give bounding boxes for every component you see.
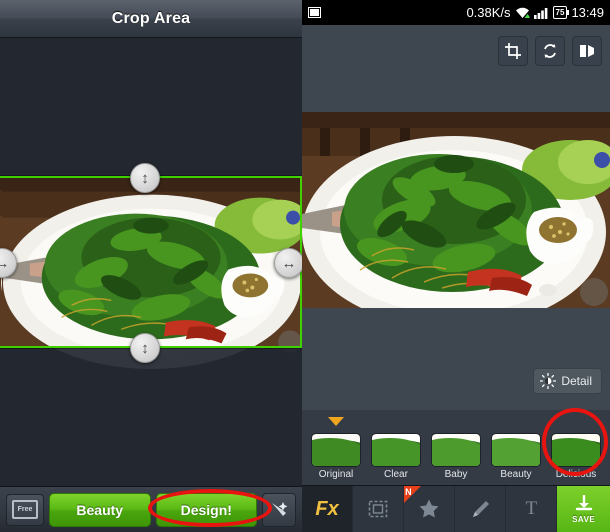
filter-label: Original	[318, 469, 354, 480]
crop-handle-bottom[interactable]: ↕	[130, 333, 160, 363]
page-title: Crop Area	[111, 9, 191, 27]
arrow-updown-icon: ↕	[141, 169, 149, 187]
battery-indicator: 75	[552, 6, 570, 19]
detail-button-label: Detail	[561, 374, 592, 388]
design-button[interactable]: Design!	[155, 492, 257, 527]
tab-text-label: T	[525, 498, 538, 519]
editor-screen: 0.38K/s 75 13:49 Detail Original Clear B…	[302, 0, 610, 532]
filter-thumbnail[interactable]	[491, 433, 541, 467]
mirror-tool-icon	[580, 45, 594, 57]
tab-frame[interactable]	[353, 486, 405, 532]
filter-item-delicious[interactable]: Delicious	[546, 433, 606, 480]
filter-label: Baby	[444, 469, 468, 480]
filter-label: Beauty	[500, 469, 532, 480]
filter-thumbnail[interactable]	[431, 433, 481, 467]
new-badge: N	[404, 486, 422, 503]
save-button-label: SAVE	[572, 514, 596, 524]
arrow-leftright-icon: ↔	[281, 254, 297, 272]
filter-item-clear[interactable]: Clear	[366, 433, 426, 480]
frame-icon	[368, 500, 388, 518]
edited-food-photo[interactable]	[302, 112, 610, 308]
editor-bottom-toolbar: Fx N T SAVE	[302, 485, 610, 532]
tab-text[interactable]: T	[506, 486, 558, 532]
crop-handle-right[interactable]: ↔	[274, 248, 302, 278]
filter-thumbnail[interactable]	[551, 433, 601, 467]
editor-top-toolbar	[302, 25, 610, 77]
crop-tool-icon	[505, 43, 521, 59]
crop-canvas[interactable]: ↕ ↕ ↔ ↔	[0, 39, 302, 486]
photo-icon	[308, 7, 321, 18]
wifi-icon	[515, 7, 530, 18]
filter-item-baby[interactable]: Baby	[426, 433, 486, 480]
crop-tool-button[interactable]	[498, 36, 528, 66]
crop-selection-box[interactable]	[0, 176, 302, 348]
clock: 13:49	[571, 5, 604, 20]
network-speed: 0.38K/s	[466, 5, 511, 20]
aspect-ratio-label: Free	[12, 500, 38, 519]
thumb-image	[312, 434, 360, 466]
crop-handle-top[interactable]: ↕	[130, 163, 160, 193]
filter-label: Delicious	[555, 469, 597, 480]
magic-wand-icon	[272, 501, 288, 516]
tab-brush[interactable]	[455, 486, 507, 532]
cropped-food-photo	[2, 178, 300, 346]
brightness-icon	[540, 373, 557, 389]
filter-item-original[interactable]: Original	[306, 417, 366, 480]
crop-bottom-toolbar: Free Beauty Design!	[0, 486, 302, 532]
arrow-leftright-icon: ↔	[0, 254, 10, 272]
rotate-tool-button[interactable]	[535, 36, 565, 66]
selected-filter-marker-icon	[328, 417, 344, 426]
brush-icon	[473, 501, 490, 517]
download-icon	[575, 494, 592, 510]
crop-screen: Crop Area ↕ ↕ ↔ ↔ Free Beauty Design!	[0, 0, 302, 532]
beauty-button[interactable]: Beauty	[49, 492, 151, 527]
arrow-updown-icon: ↕	[141, 339, 149, 357]
signal-bars-icon	[533, 7, 547, 19]
thumb-image	[432, 434, 480, 466]
thumb-image	[372, 434, 420, 466]
save-button[interactable]: SAVE	[557, 486, 610, 532]
filter-label: Clear	[384, 469, 408, 480]
thumb-image	[552, 434, 600, 466]
filters-strip: Original Clear Baby Beauty Delicious	[302, 410, 610, 485]
tab-sticker[interactable]: N	[404, 486, 456, 532]
tab-fx-label: Fx	[315, 497, 339, 520]
magic-wand-button[interactable]	[262, 492, 296, 527]
filter-item-beauty[interactable]: Beauty	[486, 433, 546, 480]
rotate-tool-icon	[544, 44, 556, 58]
mirror-tool-button[interactable]	[572, 36, 602, 66]
filter-thumbnail[interactable]	[311, 433, 361, 467]
aspect-ratio-free-button[interactable]: Free	[6, 493, 44, 526]
tab-fx[interactable]: Fx	[302, 486, 354, 532]
dual-screenshot-comparison: Crop Area ↕ ↕ ↔ ↔ Free Beauty Design! 0.…	[0, 0, 610, 532]
star-icon	[419, 499, 439, 518]
status-bar: 0.38K/s 75 13:49	[302, 0, 610, 25]
thumb-image	[492, 434, 540, 466]
new-badge-label: N	[405, 487, 412, 497]
crop-titlebar: Crop Area	[0, 0, 302, 38]
detail-button[interactable]: Detail	[533, 368, 602, 394]
filter-thumbnail[interactable]	[371, 433, 421, 467]
